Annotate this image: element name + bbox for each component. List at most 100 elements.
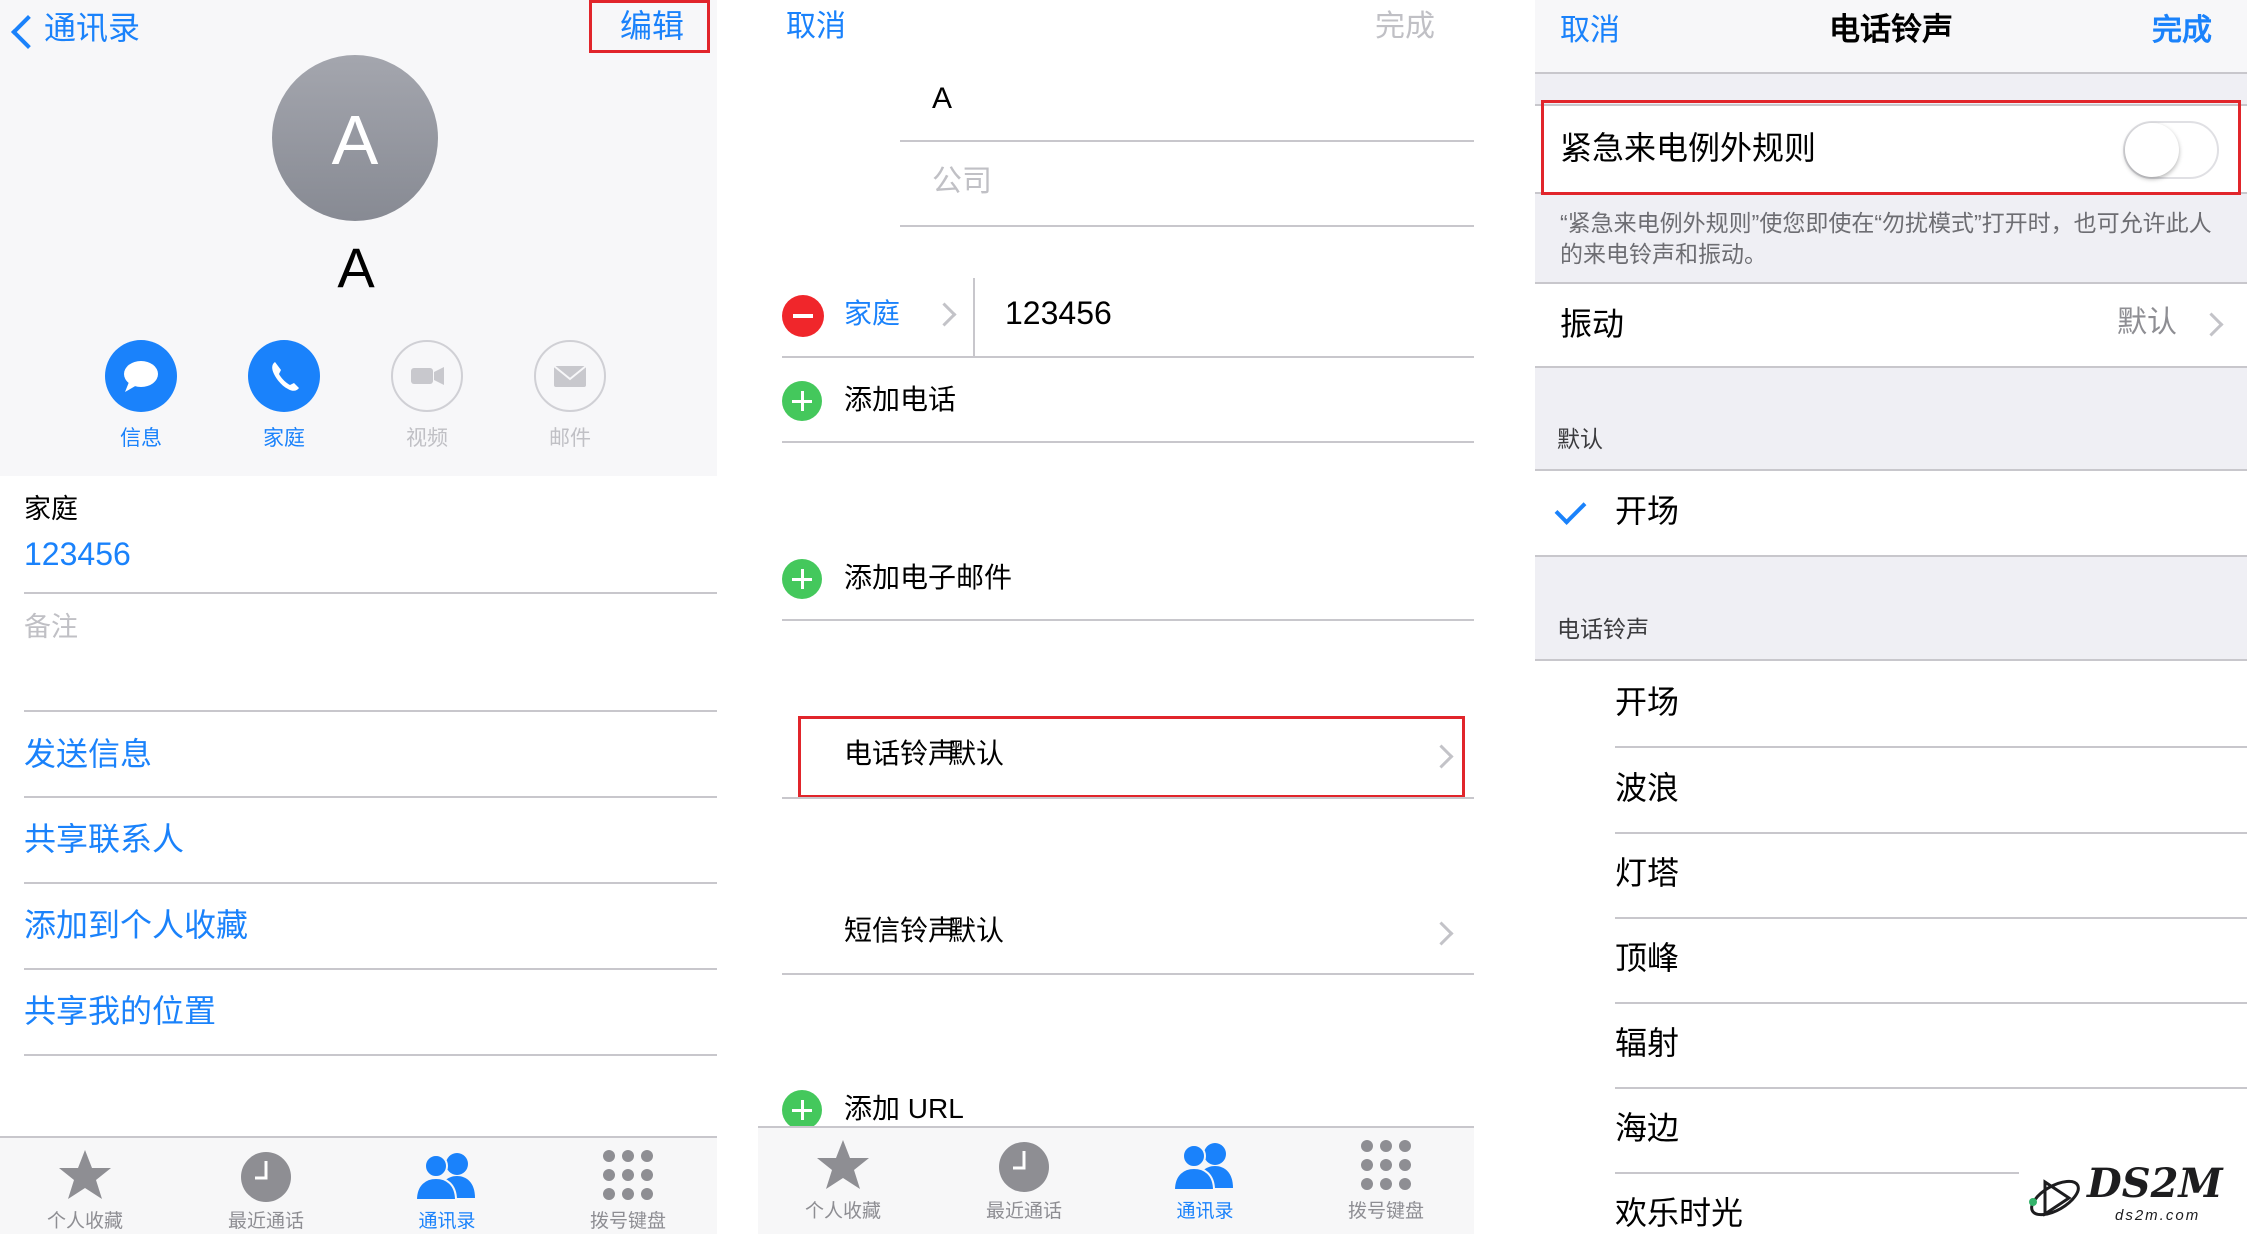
page-title: 电话铃声 (1829, 12, 1953, 47)
tab-label: 通讯录 (1176, 1201, 1234, 1222)
divider (24, 710, 717, 712)
list-item[interactable]: 波浪 (1535, 747, 2247, 832)
share-contact-link[interactable]: 共享联系人 (24, 823, 184, 855)
edit-highlight-box (589, 0, 710, 53)
ringtone-name: 辐射 (1615, 1025, 1680, 1061)
list-item[interactable]: 顶峰 (1535, 917, 2247, 1002)
ringtone-list: 开场 波浪 灯塔 顶峰 辐射 海边 欢乐时光 (1535, 659, 2247, 1234)
tab-bar: 个人收藏 最近通话 通讯录 拨号键盘 (758, 1126, 1474, 1234)
watermark-brand: DS2M (2087, 1160, 2223, 1207)
chevron-right-icon (1429, 921, 1454, 946)
tab-label: 通讯录 (418, 1211, 476, 1232)
tab-label: 个人收藏 (804, 1201, 881, 1222)
list-item[interactable]: 灯塔 (1535, 832, 2247, 917)
divider (24, 1054, 717, 1056)
divider (24, 796, 717, 798)
watermark-url: ds2m.com (2115, 1207, 2201, 1224)
phone-type-label: 家庭 (24, 494, 78, 524)
ringtones-section-header: 电话铃声 (1557, 616, 1649, 642)
divider (24, 882, 717, 884)
star-icon (59, 1150, 111, 1199)
mail-action-label: 邮件 (549, 427, 591, 450)
tab-label: 个人收藏 (46, 1211, 123, 1232)
vibration-value: 默认 (2117, 306, 2177, 339)
ringtone-highlight-box (798, 716, 1465, 798)
ringtone-name: 波浪 (1615, 770, 1680, 806)
divider (782, 441, 1474, 443)
send-message-link[interactable]: 发送信息 (24, 738, 152, 770)
company-field[interactable]: 公司 (932, 167, 992, 197)
tab-label: 拨号键盘 (1347, 1201, 1424, 1222)
call-action-label: 家庭 (263, 427, 305, 450)
divider (782, 973, 1474, 975)
phone-icon (248, 340, 320, 412)
video-icon (391, 340, 463, 412)
phone-number-field[interactable]: 123456 (1005, 297, 1112, 329)
tab-label: 最近通话 (227, 1211, 304, 1232)
add-to-favorites-link[interactable]: 添加到个人收藏 (24, 909, 248, 941)
done-button[interactable]: 完成 (2152, 16, 2212, 46)
divider (973, 278, 975, 356)
tab-label: 最近通话 (985, 1201, 1062, 1222)
divider (782, 356, 1474, 358)
default-section-header: 默认 (1557, 426, 1603, 452)
divider (782, 797, 1474, 799)
vibration-label: 振动 (1560, 306, 1625, 342)
contact-view-panel: 通讯录 编辑 A A 信息 家庭 视频 邮件 家庭 123456 备注 发送信息… (0, 0, 717, 1234)
avatar-initial: A (331, 101, 379, 179)
video-action-label: 视频 (406, 427, 448, 450)
add-phone-button[interactable]: 添加电话 (844, 386, 956, 414)
default-ringtone-row[interactable]: 开场 (1535, 469, 2247, 557)
vibration-row[interactable]: 振动 默认 (1535, 282, 2247, 368)
ds2m-logo-icon (2029, 1179, 2080, 1217)
chevron-right-icon (932, 302, 957, 327)
ringtone-name: 海边 (1615, 1110, 1680, 1146)
add-email-button[interactable]: 添加电子邮件 (844, 564, 1012, 592)
watermark: DS2M ds2m.com (2019, 1158, 2247, 1234)
tab-bar: 个人收藏 最近通话 通讯录 拨号键盘 (0, 1136, 717, 1234)
ringtone-panel: 取消 电话铃声 完成 紧急来电例外规则 “紧急来电例外规则”使您即使在“勿扰模式… (1535, 0, 2247, 1234)
edit-contact-panel: 取消 完成 A 公司 家庭 123456 添加电话 添加电子邮件 电话铃声 默认… (758, 0, 1474, 1234)
texttone-row[interactable]: 短信铃声 默认 (782, 899, 1474, 965)
divider (24, 592, 717, 594)
texttone-label: 短信铃声 (844, 915, 957, 946)
divider (782, 619, 1474, 621)
mail-icon (534, 340, 606, 412)
avatar[interactable]: A (272, 55, 438, 221)
ringtone-name: 开场 (1615, 684, 1680, 720)
message-icon (105, 340, 177, 412)
divider (900, 140, 1474, 142)
delete-phone-button[interactable] (782, 295, 824, 337)
add-url-icon[interactable] (782, 1090, 822, 1130)
contacts-icon (1172, 1143, 1233, 1191)
texttone-value: 默认 (948, 915, 1005, 946)
notes-field[interactable]: 备注 (24, 614, 78, 641)
divider (24, 968, 717, 970)
emergency-bypass-note: “紧急来电例外规则”使您即使在“勿扰模式”打开时，也可允许此人的来电铃声和振动。 (1560, 210, 2212, 267)
list-item[interactable]: 辐射 (1535, 1002, 2247, 1087)
message-action-label: 信息 (120, 427, 162, 450)
add-email-icon[interactable] (782, 559, 822, 599)
phone-number-link[interactable]: 123456 (24, 538, 131, 570)
list-item[interactable]: 开场 (1535, 661, 2247, 746)
checkmark-icon (1554, 493, 1587, 525)
chevron-right-icon (2199, 312, 2224, 337)
phone-type-selector[interactable]: 家庭 (844, 300, 900, 328)
contact-name: A (337, 236, 375, 299)
default-ringtone-label: 开场 (1615, 493, 1680, 529)
cancel-button[interactable]: 取消 (786, 12, 846, 42)
keypad-icon (1361, 1140, 1411, 1190)
tab-label: 拨号键盘 (589, 1211, 666, 1232)
divider (900, 225, 1474, 227)
star-icon (817, 1140, 869, 1189)
keypad-icon (603, 1150, 653, 1200)
share-location-link[interactable]: 共享我的位置 (24, 995, 216, 1027)
emergency-bypass-highlight-box (1541, 100, 2241, 195)
add-phone-icon[interactable] (782, 381, 822, 421)
name-field[interactable]: A (932, 84, 952, 114)
clock-icon (999, 1142, 1049, 1192)
done-button[interactable]: 完成 (1375, 12, 1435, 42)
nav-bar: 取消 电话铃声 完成 (1535, 0, 2247, 74)
ringtone-name: 灯塔 (1615, 855, 1680, 891)
add-url-button[interactable]: 添加 URL (844, 1095, 964, 1123)
